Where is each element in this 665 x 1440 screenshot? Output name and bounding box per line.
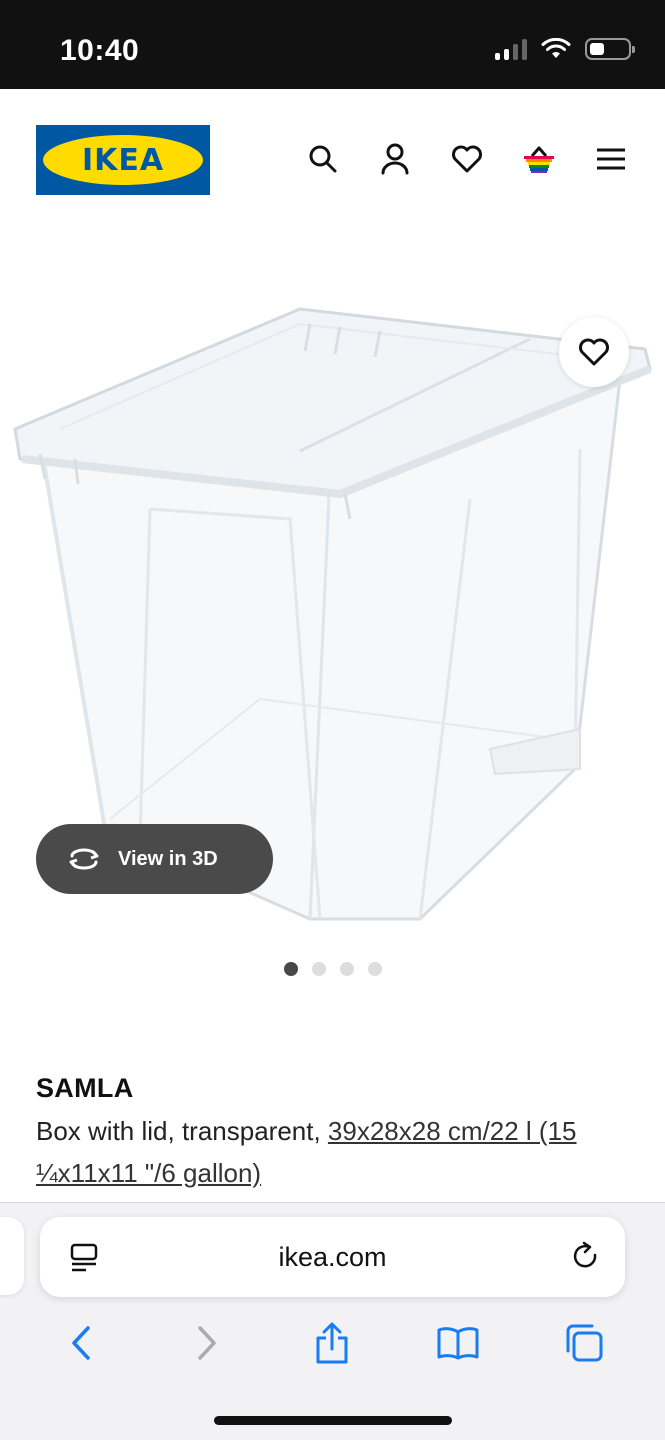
basket-icon [524,146,554,173]
carousel-dot[interactable] [283,962,298,976]
basket-button[interactable] [521,141,557,177]
share-button[interactable] [302,1313,362,1373]
product-info: SAMLA Box with lid, transparent, 39x28x2… [36,1073,636,1194]
address-bar[interactable]: ikea.com [40,1217,625,1297]
product-description: Box with lid, transparent, 39x28x28 cm/2… [36,1110,636,1194]
tabs-icon [566,1324,603,1362]
view-in-3d-button[interactable]: View in 3D [36,824,273,894]
bookmarks-button[interactable] [428,1313,488,1373]
status-indicators [495,38,635,60]
browser-toolbar [0,1313,665,1373]
product-description-text: Box with lid, transparent, [36,1116,328,1146]
rotate-3d-icon [69,848,99,870]
account-button[interactable] [377,141,413,177]
search-button[interactable] [305,141,341,177]
chevron-left-icon [72,1326,90,1360]
product-image-gallery[interactable]: View in 3D [0,229,665,939]
share-icon [316,1322,348,1364]
previous-tab-peek[interactable] [0,1217,24,1295]
logo-oval: IKEA [43,135,203,185]
book-icon [437,1327,479,1360]
status-bar: 10:40 [0,0,665,89]
favourites-button[interactable] [449,141,485,177]
heart-icon [452,145,482,173]
carousel-dot[interactable] [339,962,354,976]
page-menu-icon[interactable] [70,1243,98,1273]
ikea-logo[interactable]: IKEA [36,125,210,195]
menu-button[interactable] [593,141,629,177]
battery-icon [585,38,635,60]
tabs-button[interactable] [554,1313,614,1373]
product-name: SAMLA [36,1073,134,1103]
header-actions [305,141,629,177]
cellular-signal-icon [495,38,527,60]
heart-icon [579,338,609,366]
menu-icon [597,148,625,170]
logo-text: IKEA [81,142,165,178]
forward-button[interactable] [177,1313,237,1373]
status-time: 10:40 [60,34,140,67]
home-indicator [214,1416,452,1425]
carousel-dot[interactable] [367,962,382,976]
browser-bottom-bar: ikea.com [0,1202,665,1440]
wifi-icon [541,38,571,58]
back-button[interactable] [51,1313,111,1373]
carousel-dot[interactable] [311,962,326,976]
reload-icon[interactable] [571,1241,601,1273]
account-icon [381,143,409,175]
url-text: ikea.com [278,1241,387,1272]
chevron-right-icon [197,1326,216,1360]
carousel-pagination [0,962,665,976]
site-header: IKEA [0,89,665,229]
view-in-3d-label: View in 3D [118,847,218,870]
search-icon [309,145,337,173]
add-to-favourites-button[interactable] [559,317,629,387]
